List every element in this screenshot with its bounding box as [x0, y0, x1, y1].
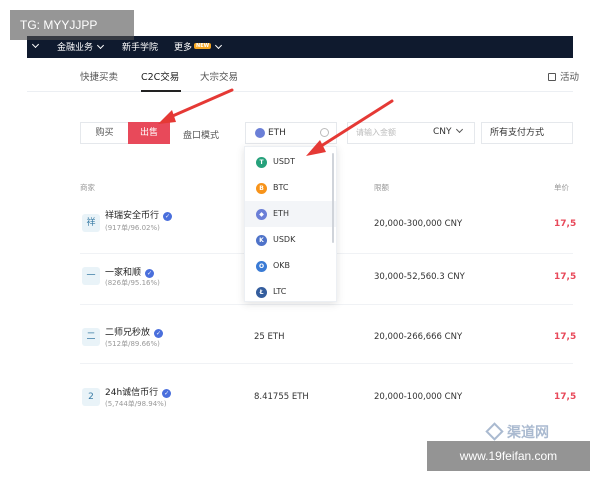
row-limit: 20,000-300,000 CNY	[374, 219, 463, 229]
nav-item-more[interactable]: 更多 NEW	[174, 40, 223, 53]
site-logo-watermark: 渠道网	[485, 422, 549, 442]
header-merchant: 商家	[80, 183, 95, 192]
trade-tabs: 快捷买卖 C2C交易 大宗交易 活动	[27, 58, 579, 92]
eth-icon: ◆	[256, 209, 267, 220]
verified-icon: ✓	[163, 212, 173, 221]
merchant-stats: (826单/95.16%)	[105, 279, 160, 287]
merchant-stats: (917单/96.02%)	[105, 224, 160, 232]
merchant-name[interactable]: 祥瑞安全币行 ✓	[105, 208, 173, 221]
header-price: 单价	[554, 183, 569, 192]
active-tab-indicator	[141, 90, 181, 92]
eth-icon	[255, 128, 265, 138]
chevron-down-icon	[215, 41, 223, 50]
coin-option-label: LTC	[273, 287, 287, 296]
tab-c2c[interactable]: C2C交易	[141, 69, 179, 83]
avatar: 一	[82, 267, 100, 285]
coin-dropdown-menu: T USDT B BTC ◆ ETH K USDK O OKB Ł LTC	[244, 146, 337, 302]
merchant-name[interactable]: 二师兄秒放 ✓	[105, 325, 164, 338]
arrow-to-sell-toggle	[158, 88, 234, 124]
row-price: 17,5	[554, 332, 577, 342]
sell-toggle[interactable]: 出售	[128, 122, 170, 144]
avatar: 2	[82, 388, 100, 406]
coin-option-okb[interactable]: O OKB	[245, 253, 336, 279]
okb-icon: O	[256, 261, 267, 272]
row-price: 17,5	[554, 219, 577, 229]
logo-mark-icon	[485, 422, 504, 441]
usdk-icon: K	[256, 235, 267, 246]
row-quantity: 25 ETH	[254, 332, 285, 342]
avatar: 祥	[82, 214, 100, 232]
row-price: 17,5	[554, 272, 577, 282]
usdt-icon: T	[256, 157, 267, 168]
orderbook-mode-link[interactable]: 盘口模式	[183, 128, 219, 141]
btc-icon: B	[256, 183, 267, 194]
telegram-watermark: TG: MYYJJPP	[10, 10, 134, 40]
nav-item-academy[interactable]: 新手学院	[122, 40, 158, 53]
row-limit: 30,000-52,560.3 CNY	[374, 272, 465, 282]
row-limit: 20,000-266,666 CNY	[374, 332, 463, 342]
chevron-down-icon	[455, 125, 463, 134]
coin-option-label: OKB	[273, 261, 291, 270]
buy-toggle[interactable]: 购买	[80, 122, 128, 144]
dropdown-scrollbar[interactable]	[332, 153, 334, 243]
coin-option-eth[interactable]: ◆ ETH	[245, 201, 336, 227]
coin-option-label: ETH	[273, 209, 289, 218]
currency-select[interactable]: CNY	[433, 125, 463, 137]
merchant-stats: (512单/89.66%)	[105, 340, 160, 348]
header-limit: 限额	[374, 183, 389, 192]
coin-option-label: USDT	[273, 157, 295, 166]
merchant-stats: (5,744单/98.94%)	[105, 400, 167, 408]
tab-block-trade[interactable]: 大宗交易	[200, 69, 238, 83]
table-row[interactable]: 二 二师兄秒放 ✓ (512单/89.66%) 25 ETH 20,000-266…	[80, 306, 577, 364]
verified-icon: ✓	[145, 269, 155, 278]
nav-item-finance[interactable]: 金融业务	[57, 40, 105, 53]
ltc-icon: Ł	[256, 287, 267, 298]
row-limit: 20,000-100,000 CNY	[374, 392, 463, 402]
coin-option-ltc[interactable]: Ł LTC	[245, 279, 336, 305]
table-row[interactable]: 2 24h诚信币行 ✓ (5,744单/98.94%) 8.41755 ETH 2…	[80, 366, 577, 424]
coin-option-btc[interactable]: B BTC	[245, 175, 336, 201]
url-watermark: www.19feifan.com	[427, 441, 590, 471]
coin-option-label: USDK	[273, 235, 296, 244]
avatar: 二	[82, 328, 100, 346]
gift-icon	[547, 73, 556, 81]
activity-link[interactable]: 活动	[547, 69, 579, 83]
verified-icon: ✓	[162, 389, 172, 398]
new-badge: NEW	[194, 43, 212, 49]
chevron-down-icon	[96, 41, 105, 50]
merchant-name[interactable]: 一家和顺 ✓	[105, 265, 155, 278]
row-quantity: 8.41755 ETH	[254, 392, 309, 402]
help-icon[interactable]	[320, 128, 329, 137]
row-price: 17,5	[554, 392, 577, 402]
coin-option-usdt[interactable]: T USDT	[245, 149, 336, 175]
merchant-name[interactable]: 24h诚信币行 ✓	[105, 385, 172, 398]
tab-quick-trade[interactable]: 快捷买卖	[80, 69, 118, 83]
payment-method-select[interactable]: 所有支付方式	[481, 122, 573, 144]
coin-option-usdk[interactable]: K USDK	[245, 227, 336, 253]
verified-icon: ✓	[154, 329, 164, 338]
coin-option-label: BTC	[273, 183, 289, 192]
nav-chevron-icon[interactable]	[31, 40, 40, 49]
